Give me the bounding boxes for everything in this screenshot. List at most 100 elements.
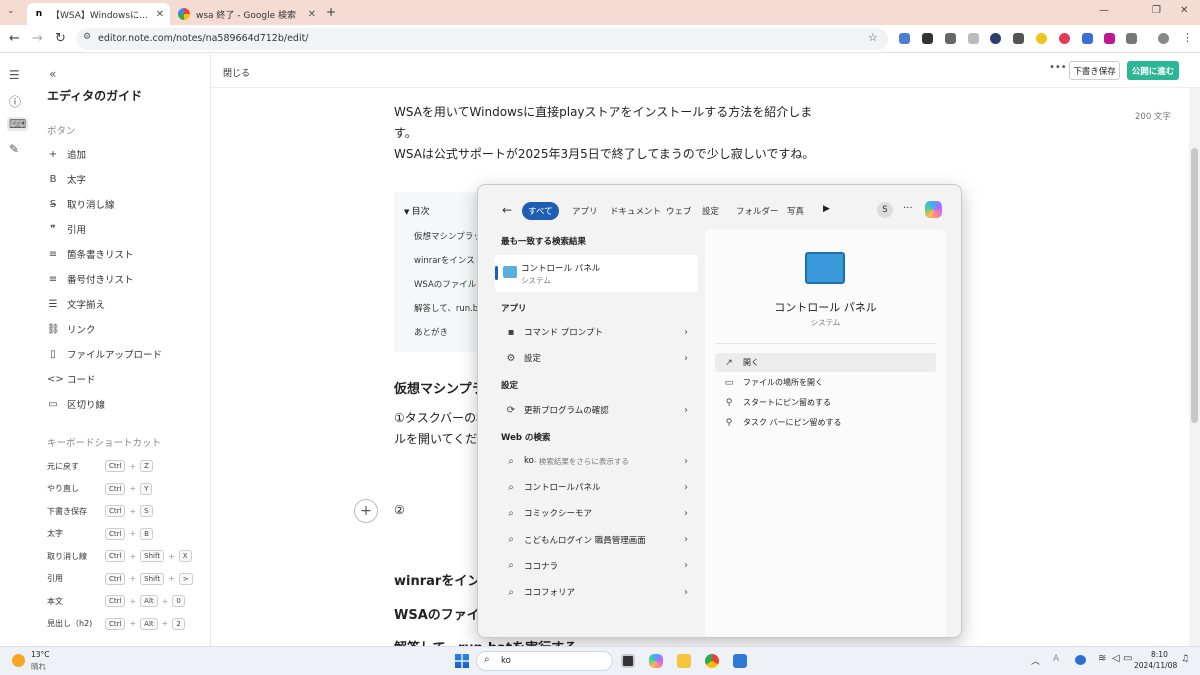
extension-icon[interactable]: [945, 33, 956, 44]
preview-action[interactable]: ▭ ファイルの場所を開く: [715, 373, 936, 392]
window-close-icon[interactable]: ✕: [1180, 5, 1188, 16]
search-result-row[interactable]: ⌕ コントロールパネル ›: [496, 475, 698, 499]
preview-action[interactable]: ⚲ スタートにピン留めする: [715, 393, 936, 412]
tab-google-search[interactable]: wsa 終了 - Google 検索 ✕: [172, 3, 322, 25]
publish-button[interactable]: 公開に進む: [1127, 61, 1179, 80]
guide-item-strikethrough[interactable]: S̶ 取り消し線: [47, 197, 115, 212]
search-more-icon[interactable]: ···: [903, 203, 913, 214]
guide-item-bold[interactable]: B 太字: [47, 172, 86, 187]
search-result-row[interactable]: ▪ コマンド プロンプト ›: [496, 320, 698, 344]
copilot-taskbar-icon[interactable]: [649, 654, 663, 668]
file-explorer-icon[interactable]: [677, 654, 691, 668]
weather-desc[interactable]: 晴れ: [31, 661, 46, 672]
filter-chip[interactable]: 写真: [781, 202, 810, 220]
wifi-icon[interactable]: ≋: [1098, 653, 1106, 664]
minimize-icon[interactable]: —: [1099, 5, 1109, 16]
battery-icon[interactable]: ▭: [1123, 653, 1132, 664]
intro-paragraph[interactable]: WSAを用いてWindowsに直接playストアをインストールする方法を紹介しま…: [394, 102, 814, 165]
address-bar[interactable]: ⚙ editor.note.com/notes/na589664d712b/ed…: [76, 28, 888, 50]
guide-item-quote[interactable]: ❞ 引用: [47, 222, 86, 237]
chevron-right-icon[interactable]: ›: [684, 456, 688, 467]
filter-chip[interactable]: アプリ: [566, 202, 604, 220]
chevron-right-icon[interactable]: ›: [684, 508, 688, 519]
extension-icon[interactable]: [1036, 33, 1047, 44]
guide-item-align[interactable]: ☰ 文字揃え: [47, 297, 106, 312]
chevron-right-icon[interactable]: ›: [684, 587, 688, 598]
save-draft-button[interactable]: 下書き保存: [1069, 61, 1120, 80]
search-result-row[interactable]: ⟳ 更新プログラムの確認 ›: [496, 398, 698, 422]
more-options-icon[interactable]: •••: [1049, 62, 1067, 73]
extensions-puzzle-icon[interactable]: [1126, 33, 1137, 44]
weather-temp[interactable]: 13°C: [31, 650, 50, 659]
maximize-icon[interactable]: ❐: [1152, 5, 1161, 16]
extension-icon[interactable]: [1059, 33, 1070, 44]
translate-extension-icon[interactable]: [899, 33, 910, 44]
search-result-row[interactable]: ⌕ コミックシーモア ›: [496, 501, 698, 525]
new-tab-icon[interactable]: +: [326, 5, 336, 19]
bookmark-star-icon[interactable]: ☆: [868, 31, 878, 44]
preview-action[interactable]: ⚲ タスク バーにピン留めする: [715, 413, 936, 432]
extension-icon[interactable]: [968, 33, 979, 44]
guide-item-code[interactable]: <> コード: [47, 372, 96, 387]
guide-item-file-upload[interactable]: ▯ ファイルアップロード: [47, 347, 162, 362]
onedrive-icon[interactable]: [1075, 655, 1086, 665]
chevron-right-icon[interactable]: ›: [684, 353, 688, 364]
clock-date[interactable]: 2024/11/08: [1134, 661, 1177, 670]
guide-item-bullet-list[interactable]: ≡ 箇条書きリスト: [47, 247, 134, 262]
chrome-icon[interactable]: [705, 654, 719, 668]
pen-icon[interactable]: ✎: [9, 142, 19, 156]
task-view-icon[interactable]: [621, 654, 635, 668]
store-icon[interactable]: [733, 654, 747, 668]
preview-action[interactable]: ↗ 開く: [715, 353, 936, 372]
page-scrollbar[interactable]: [1189, 88, 1200, 646]
keyboard-icon[interactable]: ⌨: [7, 117, 29, 131]
extension-icon[interactable]: [1013, 33, 1024, 44]
guide-item-plus[interactable]: + 追加: [47, 147, 86, 162]
extension-icon[interactable]: [990, 33, 1001, 44]
profile-icon[interactable]: [1158, 33, 1169, 44]
site-info-icon[interactable]: ⚙: [83, 32, 91, 42]
guide-item-divider[interactable]: ▭ 区切り線: [47, 397, 105, 412]
close-editor-button[interactable]: 閉じる: [223, 66, 250, 79]
search-result-row[interactable]: ⌕ こどもんログイン 職員管理画面 ›: [496, 528, 698, 552]
filter-chip[interactable]: ドキュメント: [604, 202, 667, 220]
toc-title[interactable]: ▼ 目次: [404, 204, 430, 217]
add-block-button[interactable]: +: [354, 499, 378, 523]
volume-icon[interactable]: ◁: [1112, 653, 1120, 664]
search-result-row[interactable]: ⌕ ko - 検索結果をさらに表示する ›: [496, 449, 698, 473]
tab-note-editor[interactable]: n 【WSA】WindowsにPlayストアをイ... ✕: [27, 3, 170, 25]
chevron-right-icon[interactable]: ›: [684, 405, 688, 416]
tab-search-dropdown-icon[interactable]: ⌄: [7, 6, 15, 16]
help-icon[interactable]: ⓘ: [9, 93, 21, 110]
filter-chip[interactable]: ウェブ: [660, 202, 698, 220]
toc-item[interactable]: 解答して、run.bat: [414, 302, 487, 314]
step1-paragraph[interactable]: ①タスクバーの検 ルを開いてくださ: [394, 408, 489, 450]
heading-vm-platform[interactable]: 仮想マシンプラ: [394, 378, 485, 397]
back-icon[interactable]: ←: [9, 31, 20, 46]
tray-overflow-icon[interactable]: ︿: [1031, 654, 1040, 667]
filter-chip[interactable]: フォルダー: [730, 202, 785, 220]
filter-chip[interactable]: 設定: [696, 202, 725, 220]
reload-icon[interactable]: ↻: [55, 31, 66, 46]
more-filters-icon[interactable]: ▶: [823, 204, 830, 214]
extension-icon[interactable]: [922, 33, 933, 44]
scrollbar-thumb[interactable]: [1191, 148, 1198, 423]
close-tab-icon[interactable]: ✕: [308, 9, 316, 20]
close-tab-icon[interactable]: ✕: [156, 9, 164, 20]
notification-bell-icon[interactable]: ♫: [1181, 654, 1189, 664]
taskbar-search-box[interactable]: ⌕ ko: [476, 651, 613, 671]
best-match-result[interactable]: コントロール パネル システム: [495, 255, 698, 292]
browser-menu-icon[interactable]: ⋮: [1182, 31, 1193, 44]
search-result-row[interactable]: ⚙ 設定 ›: [496, 346, 698, 370]
chevron-right-icon[interactable]: ›: [684, 560, 688, 571]
ime-indicator-icon[interactable]: A: [1053, 654, 1059, 664]
chevron-right-icon[interactable]: ›: [684, 327, 688, 338]
search-result-row[interactable]: ⌕ ココナラ ›: [496, 554, 698, 578]
search-back-icon[interactable]: ←: [502, 203, 512, 217]
forward-icon[interactable]: →: [32, 31, 43, 46]
step2-paragraph[interactable]: ②: [394, 500, 405, 521]
copilot-icon[interactable]: [925, 201, 942, 218]
extension-icon[interactable]: [1082, 33, 1093, 44]
extension-icon[interactable]: [1104, 33, 1115, 44]
heading-extract[interactable]: 解答して、run.batを実行する: [394, 637, 577, 646]
